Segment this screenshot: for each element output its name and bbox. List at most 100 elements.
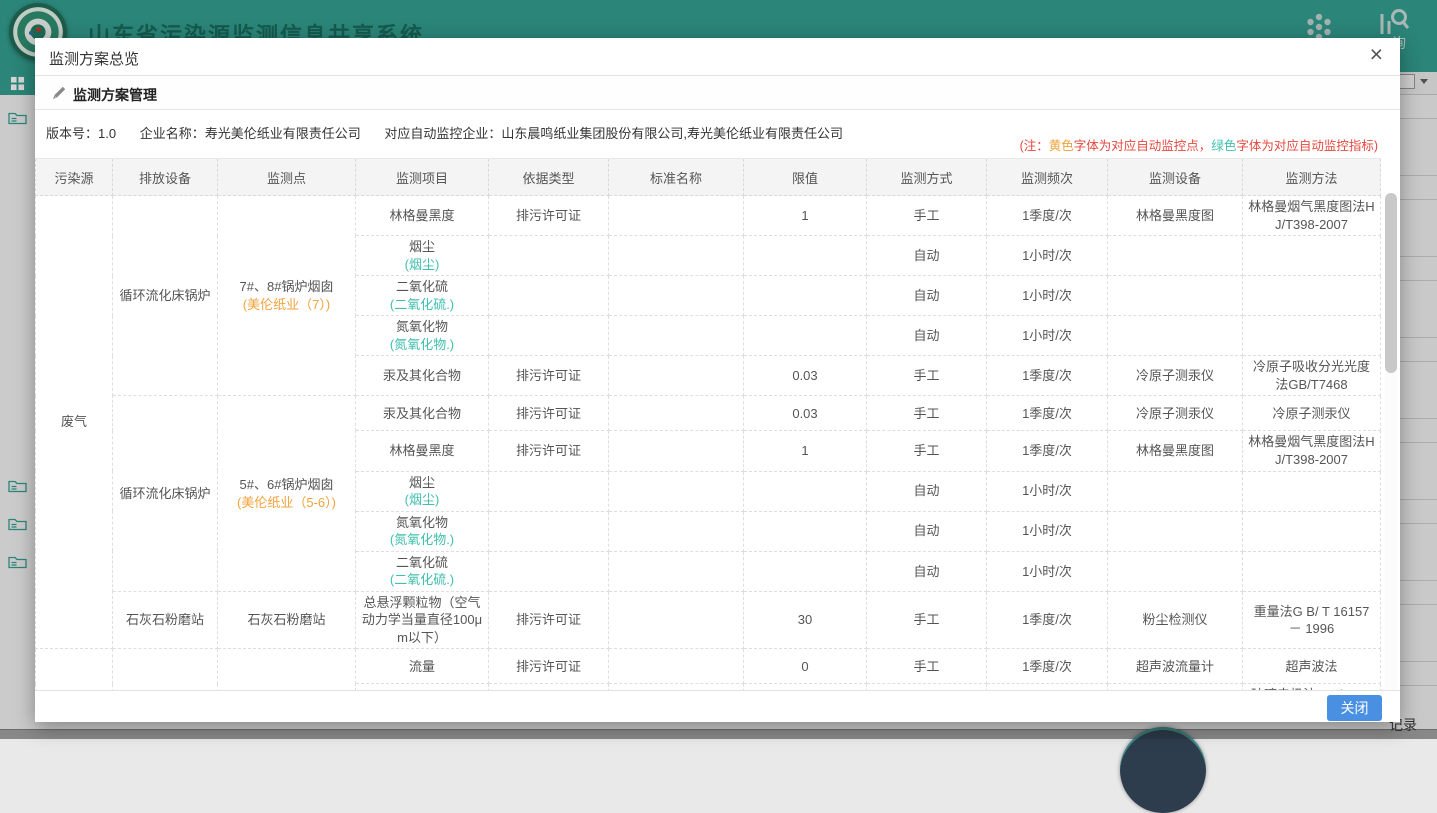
equipment-cell: 石灰石粉磨站 (113, 591, 218, 649)
cell-frequency: 1季度/次 (987, 356, 1108, 396)
cell-frequency: 1季度/次 (987, 649, 1108, 684)
cell-limit: 0.03 (744, 356, 867, 396)
modal-footer: 关闭 (35, 690, 1400, 722)
pollutant-cell (36, 649, 113, 690)
cell-mode: 自动 (867, 316, 987, 356)
cell-frequency: 1季度/次 (987, 431, 1108, 471)
cell-standard (609, 431, 744, 471)
col-method: 监测方法 (1243, 159, 1381, 196)
cell-method (1243, 551, 1381, 591)
modal-header: 监测方案总览 × (35, 38, 1400, 76)
company-value: 寿光美伦纸业有限责任公司 (205, 126, 361, 141)
cell-item: 氮氧化物(氮氧化物.) (356, 511, 489, 551)
cell-item: 烟尘(烟尘) (356, 236, 489, 276)
cell-item: 二氧化硫(二氧化硫.) (356, 551, 489, 591)
cell-item: 二氧化硫(二氧化硫.) (356, 276, 489, 316)
cell-frequency: 1小时/次 (987, 471, 1108, 511)
cell-frequency: 1小时/次 (987, 236, 1108, 276)
close-button[interactable]: 关闭 (1327, 695, 1382, 721)
point-cell: 5#、6#锅炉烟囱(美伦纸业（5-6）) (218, 396, 356, 591)
cell-limit (744, 236, 867, 276)
table-row: 循环流化床锅炉 5#、6#锅炉烟囱(美伦纸业（5-6）) 汞及其化合物 排污许可… (36, 396, 1381, 431)
item-auto-note: (二氧化硫.) (361, 296, 483, 314)
monitoring-plan-table: 污染源 排放设备 监测点 监测项目 依据类型 标准名称 限值 监测方式 监测频次… (35, 158, 1381, 690)
section-bar: 监测方案管理 (35, 76, 1400, 110)
auto-company-value: 山东晨鸣纸业集团股份有限公司,寿光美伦纸业有限责任公司 (501, 126, 843, 141)
cell-device: 冷原子测汞仪 (1108, 356, 1243, 396)
cell-item: 烟尘(烟尘) (356, 471, 489, 511)
cell-basis (489, 236, 609, 276)
cell-basis: 排污许可证 (489, 356, 609, 396)
col-item: 监测项目 (356, 159, 489, 196)
cell-method (1243, 316, 1381, 356)
col-point: 监测点 (218, 159, 356, 196)
modal-body: 版本号：1.0 企业名称：寿光美伦纸业有限责任公司 对应自动监控企业：山东晨鸣纸… (35, 110, 1400, 690)
cell-mode: 手工 (867, 649, 987, 684)
cell-method (1243, 511, 1381, 551)
cell-device: 超声波流量计 (1108, 649, 1243, 684)
cell-device (1108, 511, 1243, 551)
point-cell: 石灰石粉磨站 (218, 591, 356, 649)
floating-globe-button[interactable] (1120, 727, 1206, 813)
cell-basis: 排污许可证 (489, 396, 609, 431)
cell-standard (609, 316, 744, 356)
cell-mode: 自动 (867, 551, 987, 591)
cell-item: 汞及其化合物 (356, 356, 489, 396)
cell-device (1108, 236, 1243, 276)
scrollbar-thumb[interactable] (1385, 193, 1397, 373)
cell-limit (744, 276, 867, 316)
cell-basis (489, 316, 609, 356)
cell-device (1108, 276, 1243, 316)
cell-limit (744, 551, 867, 591)
table-row: 废气 循环流化床锅炉 7#、8#锅炉烟囱(美伦纸业（7）) 林格曼黑度 排污许可… (36, 196, 1381, 236)
item-auto-note: (氮氧化物.) (361, 531, 483, 549)
col-standard: 标准名称 (609, 159, 744, 196)
cell-device (1108, 316, 1243, 356)
col-basis: 依据类型 (489, 159, 609, 196)
plan-info-row: 版本号：1.0 企业名称：寿光美伦纸业有限责任公司 对应自动监控企业：山东晨鸣纸… (46, 123, 863, 142)
cell-standard (609, 511, 744, 551)
cell-method: 重量法G B/ T 16157 － 1996 (1243, 591, 1381, 649)
cell-frequency: 1小时/次 (987, 316, 1108, 356)
col-pollutant: 污染源 (36, 159, 113, 196)
point-auto-note: (美伦纸业（7）) (223, 296, 350, 314)
cell-mode: 自动 (867, 511, 987, 551)
cell-mode: 手工 (867, 356, 987, 396)
cell-method: 冷原子吸收分光光度法GB/T7468 (1243, 356, 1381, 396)
col-device: 监测设备 (1108, 159, 1243, 196)
cell-method: 林格曼烟气黑度图法HJ/T398-2007 (1243, 431, 1381, 471)
color-legend-note: (注：黄色字体为对应自动监控点，绿色字体为对应自动监控指标) (1020, 135, 1378, 154)
modal-title: 监测方案总览 (49, 48, 139, 69)
cell-device (1108, 551, 1243, 591)
cell-method: 冷原子测汞仪 (1243, 396, 1381, 431)
cell-item: 林格曼黑度 (356, 431, 489, 471)
cell-mode: 自动 (867, 276, 987, 316)
version-value: 1.0 (98, 126, 116, 141)
cell-method (1243, 276, 1381, 316)
cell-limit: 0 (744, 649, 867, 684)
cell-standard (609, 551, 744, 591)
item-auto-note: (氮氧化物.) (361, 336, 483, 354)
cell-item: 氮氧化物(氮氧化物.) (356, 316, 489, 356)
cell-standard (609, 649, 744, 684)
item-auto-note: (烟尘) (361, 256, 483, 274)
item-auto-note: (烟尘) (361, 491, 483, 509)
equipment-cell: 循环流化床锅炉 (113, 396, 218, 591)
cell-frequency: 1小时/次 (987, 551, 1108, 591)
close-icon[interactable]: × (1370, 43, 1383, 66)
cell-basis: 排污许可证 (489, 591, 609, 649)
cell-mode: 自动 (867, 471, 987, 511)
cell-frequency: 1季度/次 (987, 196, 1108, 236)
cell-limit (744, 471, 867, 511)
cell-frequency: 1小时/次 (987, 511, 1108, 551)
cell-mode: 手工 (867, 431, 987, 471)
pen-icon (51, 85, 67, 106)
cell-method (1243, 471, 1381, 511)
cell-frequency: 1季度/次 (987, 396, 1108, 431)
pollutant-cell: 废气 (36, 196, 113, 649)
cell-standard (609, 236, 744, 276)
cell-basis: 排污许可证 (489, 431, 609, 471)
col-mode: 监测方式 (867, 159, 987, 196)
point-cell (218, 649, 356, 690)
point-name: 5#、6#锅炉烟囱 (223, 476, 350, 494)
